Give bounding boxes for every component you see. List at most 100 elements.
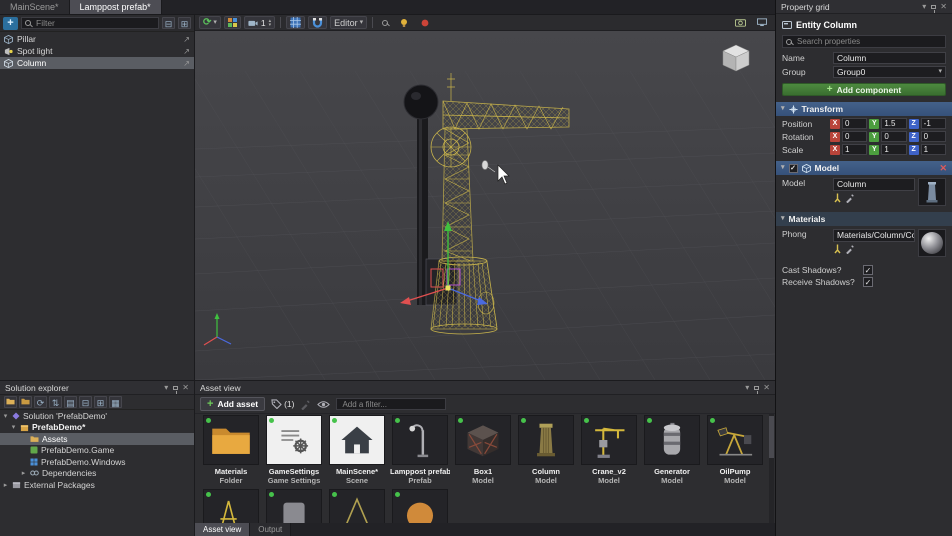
receive-shadows-checkbox[interactable]: ✓ (863, 277, 873, 287)
asset-tile-generator[interactable]: Generator Model (642, 415, 702, 485)
open-folder-icon[interactable] (19, 396, 32, 408)
asset-tile-mainscene[interactable]: MainScene* Scene (327, 415, 387, 485)
asset-filter-field[interactable] (336, 398, 446, 410)
collapse-all-icon[interactable]: ⊟ (79, 396, 92, 408)
asset-tile-partial[interactable] (390, 489, 450, 523)
asset-tile-lamppost-prefab[interactable]: Lamppost prefab* Prefab (390, 415, 450, 485)
solution-explorer-header[interactable]: Solution explorer ▾ ✕ (0, 381, 194, 395)
lighting-toggle-button[interactable] (395, 16, 413, 29)
asset-tile-crane-v2[interactable]: Crane_v2 Model (579, 415, 639, 485)
dependencies-row[interactable]: ▸ Dependencies (0, 468, 194, 480)
edit-asset-icon[interactable] (845, 244, 855, 254)
screenshot-button[interactable] (731, 16, 750, 29)
position-y-field[interactable]: 1.5 (881, 118, 906, 129)
sync-icon[interactable]: ⟳ (34, 396, 47, 408)
snap-grid-button[interactable] (286, 16, 305, 29)
tree-collapse-icon[interactable]: ⊟ (162, 17, 175, 29)
add-asset-button[interactable]: + Add asset (200, 397, 265, 411)
rotation-x-field[interactable]: 0 (842, 131, 867, 142)
tab-output[interactable]: Output (250, 523, 291, 536)
tab-mainscene[interactable]: MainScene* (0, 0, 70, 14)
model-value-field[interactable]: Column (833, 178, 915, 191)
add-entity-button[interactable]: + (3, 17, 18, 30)
eye-icon[interactable] (317, 400, 330, 409)
properties-icon[interactable]: ▦ (109, 396, 122, 408)
tab-lamppost-prefab[interactable]: Lamppost prefab* (70, 0, 162, 14)
rotation-z-field[interactable]: 0 (921, 131, 946, 142)
pick-asset-icon[interactable] (833, 244, 842, 254)
chevron-right-icon[interactable]: ▸ (20, 469, 27, 477)
close-icon[interactable]: ✕ (940, 2, 947, 11)
scene-3d-canvas[interactable] (195, 31, 775, 380)
window-menu-icon[interactable]: ▾ (164, 383, 168, 392)
chevron-down-icon[interactable]: ▾ (2, 412, 9, 420)
pick-asset-icon[interactable] (833, 193, 842, 203)
name-value-field[interactable]: Column (833, 52, 946, 64)
add-item-icon[interactable] (4, 396, 17, 408)
asset-view-scrollbar[interactable] (769, 414, 774, 523)
tree-expand-icon[interactable]: ⊞ (178, 17, 191, 29)
goto-asset-icon[interactable]: ↗ (183, 47, 190, 56)
expand-all-icon[interactable]: ⊞ (94, 396, 107, 408)
asset-tile-materials[interactable]: Materials Folder (201, 415, 261, 485)
render-mode-button[interactable] (224, 16, 241, 29)
entity-row-column[interactable]: Column ↗ (0, 57, 194, 69)
window-menu-icon[interactable]: ▾ (922, 2, 926, 11)
phong-value-field[interactable]: Materials/Column/Co (833, 229, 915, 242)
entity-filter-field[interactable] (21, 17, 159, 29)
chevron-right-icon[interactable]: ▸ (2, 481, 9, 489)
asset-view-header[interactable]: Asset view ▾ ✕ (195, 381, 775, 395)
rotation-y-field[interactable]: 0 (881, 131, 906, 142)
asset-tile-partial[interactable] (264, 489, 324, 523)
external-packages-row[interactable]: ▸ External Packages (0, 479, 194, 491)
chevron-down-icon[interactable]: ▾ (10, 423, 17, 431)
asset-tile-partial[interactable] (327, 489, 387, 523)
model-thumbnail[interactable] (918, 178, 946, 206)
window-menu-icon[interactable]: ▾ (745, 383, 749, 392)
cast-shadows-checkbox[interactable]: ✓ (863, 265, 873, 275)
asset-tile-partial[interactable] (201, 489, 261, 523)
scale-y-field[interactable]: 1 (881, 144, 906, 155)
transform-section-header[interactable]: ▾ Transform (776, 102, 952, 116)
assets-row[interactable]: Assets (0, 433, 194, 445)
camera-speed-control[interactable]: 1 ▴▾ (244, 16, 275, 29)
editor-menu-button[interactable]: Editor▾ (330, 16, 367, 29)
asset-tile-box1[interactable]: Box1 Model (453, 415, 513, 485)
windows-project-row[interactable]: PrefabDemo.Windows (0, 456, 194, 468)
spin-down-icon[interactable]: ▾ (269, 23, 272, 27)
entity-row-spot-light[interactable]: Spot light ↗ (0, 45, 194, 57)
asset-tile-column[interactable]: Column Model (516, 415, 576, 485)
group-select[interactable]: Group0 ▾ (833, 66, 946, 78)
viewport-search-button[interactable] (378, 16, 392, 29)
asset-filter-input[interactable] (340, 399, 442, 410)
add-component-button[interactable]: + Add component (782, 83, 946, 96)
solution-row[interactable]: ▾ Solution 'PrefabDemo' (0, 410, 194, 422)
tab-asset-view[interactable]: Asset view (195, 523, 250, 536)
remove-component-icon[interactable]: ✕ (939, 163, 947, 174)
magnet-snap-button[interactable] (308, 16, 327, 29)
edit-asset-icon[interactable] (300, 399, 311, 410)
scale-x-field[interactable]: 1 (842, 144, 867, 155)
close-icon[interactable]: ✕ (182, 383, 189, 392)
model-enabled-checkbox[interactable]: ✓ (789, 164, 798, 173)
close-icon[interactable]: ✕ (763, 383, 770, 392)
camera-speed-stepper[interactable]: ▴▾ (269, 19, 272, 27)
search-properties-field[interactable] (782, 35, 946, 48)
property-grid-header[interactable]: Property grid ▾ ✕ (776, 0, 952, 14)
entity-filter-input[interactable] (34, 17, 155, 29)
search-properties-input[interactable] (795, 36, 942, 47)
model-section-header[interactable]: ▾ ✓ Model ✕ (776, 161, 952, 175)
fullscreen-button[interactable] (753, 16, 771, 29)
game-project-row[interactable]: PrefabDemo.Game (0, 445, 194, 457)
pin-icon[interactable] (754, 386, 759, 390)
edit-asset-icon[interactable] (845, 193, 855, 203)
asset-tile-gamesettings[interactable]: GameSettings Game Settings (264, 415, 324, 485)
goto-asset-icon[interactable]: ↗ (183, 59, 190, 68)
pin-icon[interactable] (931, 5, 936, 9)
scale-z-field[interactable]: 1 (921, 144, 946, 155)
goto-asset-icon[interactable]: ↗ (183, 35, 190, 44)
sort-icon[interactable]: ⇅ (49, 396, 62, 408)
debug-toggle-button[interactable] (416, 16, 434, 29)
asset-tile-oilpump[interactable]: OilPump Model (705, 415, 765, 485)
tag-filter-button[interactable]: (1) (271, 399, 294, 409)
